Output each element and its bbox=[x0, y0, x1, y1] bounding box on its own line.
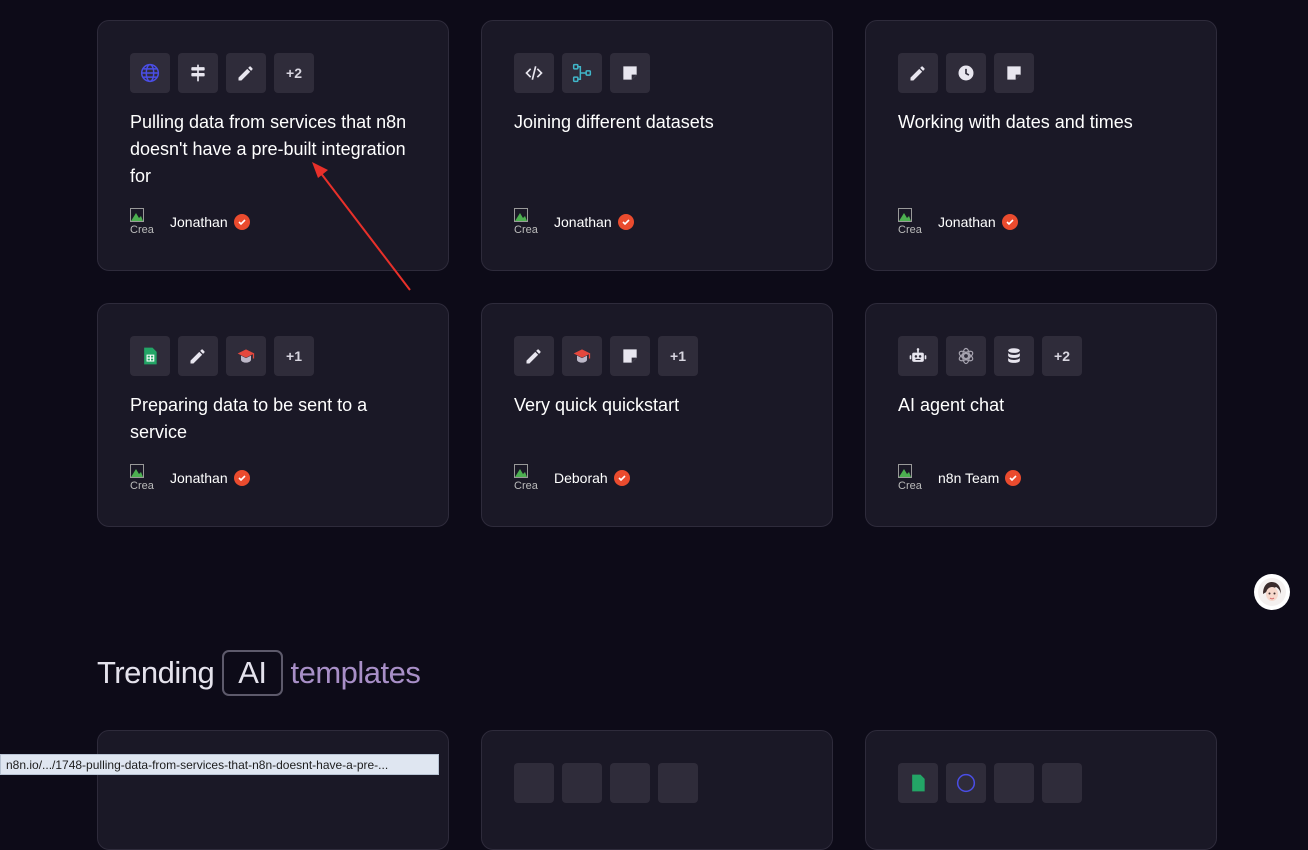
card-author: Crea Jonathan bbox=[130, 464, 250, 492]
globe-icon bbox=[130, 53, 170, 93]
card-title: Joining different datasets bbox=[514, 112, 714, 132]
card-author: Crea Jonathan bbox=[514, 208, 634, 236]
broken-image-icon bbox=[130, 464, 144, 478]
avatar: Crea bbox=[130, 464, 160, 492]
broken-image-icon bbox=[514, 464, 528, 478]
author-name: Deborah bbox=[554, 470, 608, 486]
code-icon bbox=[514, 53, 554, 93]
template-card[interactable]: Working with dates and times Crea Jonath… bbox=[865, 20, 1217, 271]
node-icons bbox=[514, 53, 650, 93]
pencil-icon bbox=[898, 53, 938, 93]
verified-icon bbox=[1001, 214, 1018, 230]
broken-image-icon bbox=[514, 208, 528, 222]
template-card[interactable]: +2 Pulling data from services that n8n d… bbox=[97, 20, 449, 271]
author-name: Jonathan bbox=[170, 470, 228, 486]
card-author: Crea Deborah bbox=[514, 464, 630, 492]
node-icons bbox=[898, 763, 1082, 803]
status-bar-url: n8n.io/.../1748-pulling-data-from-servic… bbox=[0, 754, 439, 775]
broken-image-icon bbox=[898, 464, 912, 478]
more-nodes-count: +1 bbox=[274, 336, 314, 376]
more-nodes-count: +1 bbox=[658, 336, 698, 376]
author-name: n8n Team bbox=[938, 470, 1000, 486]
avatar: Crea bbox=[514, 464, 544, 492]
node-icons bbox=[898, 53, 1034, 93]
sticky-note-icon bbox=[610, 336, 650, 376]
template-card[interactable]: +1 Preparing data to be sent to a servic… bbox=[97, 303, 449, 527]
verified-icon bbox=[1005, 470, 1022, 486]
author-name: Jonathan bbox=[938, 214, 996, 230]
template-card[interactable]: +1 Very quick quickstart Crea Deborah bbox=[481, 303, 833, 527]
broken-image-icon bbox=[898, 208, 912, 222]
template-card[interactable] bbox=[865, 730, 1217, 850]
card-title: Very quick quickstart bbox=[514, 395, 680, 415]
google-sheets-icon bbox=[130, 336, 170, 376]
more-nodes-count: +2 bbox=[1042, 336, 1082, 376]
assistant-avatar-icon bbox=[1258, 578, 1286, 606]
avatar: Crea bbox=[898, 208, 928, 236]
node-icon bbox=[994, 763, 1034, 803]
template-card[interactable] bbox=[481, 730, 833, 850]
card-title: Pulling data from services that n8n does… bbox=[130, 112, 407, 186]
node-icons: +1 bbox=[130, 336, 314, 376]
heading-word-trending: Trending bbox=[97, 655, 215, 690]
author-name: Jonathan bbox=[170, 214, 228, 230]
google-sheets-icon bbox=[898, 763, 938, 803]
card-title: AI agent chat bbox=[898, 395, 1005, 415]
node-icon bbox=[1042, 763, 1082, 803]
card-author: Crea n8n Team bbox=[898, 464, 1022, 492]
card-title: Working with dates and times bbox=[898, 112, 1133, 132]
sticky-note-icon bbox=[994, 53, 1034, 93]
merge-icon bbox=[562, 53, 602, 93]
node-icons: +2 bbox=[130, 53, 314, 93]
template-card[interactable]: Joining different datasets Crea Jonathan bbox=[481, 20, 833, 271]
verified-icon bbox=[617, 214, 634, 230]
node-icons: +2 bbox=[898, 336, 1082, 376]
card-author: Crea Jonathan bbox=[130, 208, 250, 236]
sticky-note-icon bbox=[610, 53, 650, 93]
graduation-cap-icon bbox=[226, 336, 266, 376]
robot-icon bbox=[898, 336, 938, 376]
verified-icon bbox=[233, 470, 250, 486]
clock-icon bbox=[946, 53, 986, 93]
ai-badge: AI bbox=[222, 650, 283, 696]
openai-icon bbox=[946, 336, 986, 376]
pencil-icon bbox=[226, 53, 266, 93]
author-name: Jonathan bbox=[554, 214, 612, 230]
avatar: Crea bbox=[898, 464, 928, 492]
pencil-icon bbox=[178, 336, 218, 376]
graduation-cap-icon bbox=[562, 336, 602, 376]
pencil-icon bbox=[514, 336, 554, 376]
chat-assistant-button[interactable] bbox=[1254, 574, 1290, 610]
broken-image-icon bbox=[130, 208, 144, 222]
avatar: Crea bbox=[130, 208, 160, 236]
avatar: Crea bbox=[514, 208, 544, 236]
node-icon bbox=[658, 763, 698, 803]
more-nodes-count: +2 bbox=[274, 53, 314, 93]
card-title: Preparing data to be sent to a service bbox=[130, 395, 368, 442]
node-icon bbox=[610, 763, 650, 803]
template-card[interactable]: +2 AI agent chat Crea n8n Team bbox=[865, 303, 1217, 527]
heading-word-templates: templates bbox=[290, 655, 421, 690]
signpost-icon bbox=[178, 53, 218, 93]
verified-icon bbox=[613, 470, 630, 486]
card-author: Crea Jonathan bbox=[898, 208, 1018, 236]
section-heading: Trending AI templates bbox=[97, 650, 421, 696]
globe-icon bbox=[946, 763, 986, 803]
node-icon bbox=[514, 763, 554, 803]
template-card[interactable] bbox=[97, 730, 449, 850]
node-icons: +1 bbox=[514, 336, 698, 376]
node-icon bbox=[562, 763, 602, 803]
node-icons bbox=[514, 763, 698, 803]
database-icon bbox=[994, 336, 1034, 376]
verified-icon bbox=[233, 214, 250, 230]
